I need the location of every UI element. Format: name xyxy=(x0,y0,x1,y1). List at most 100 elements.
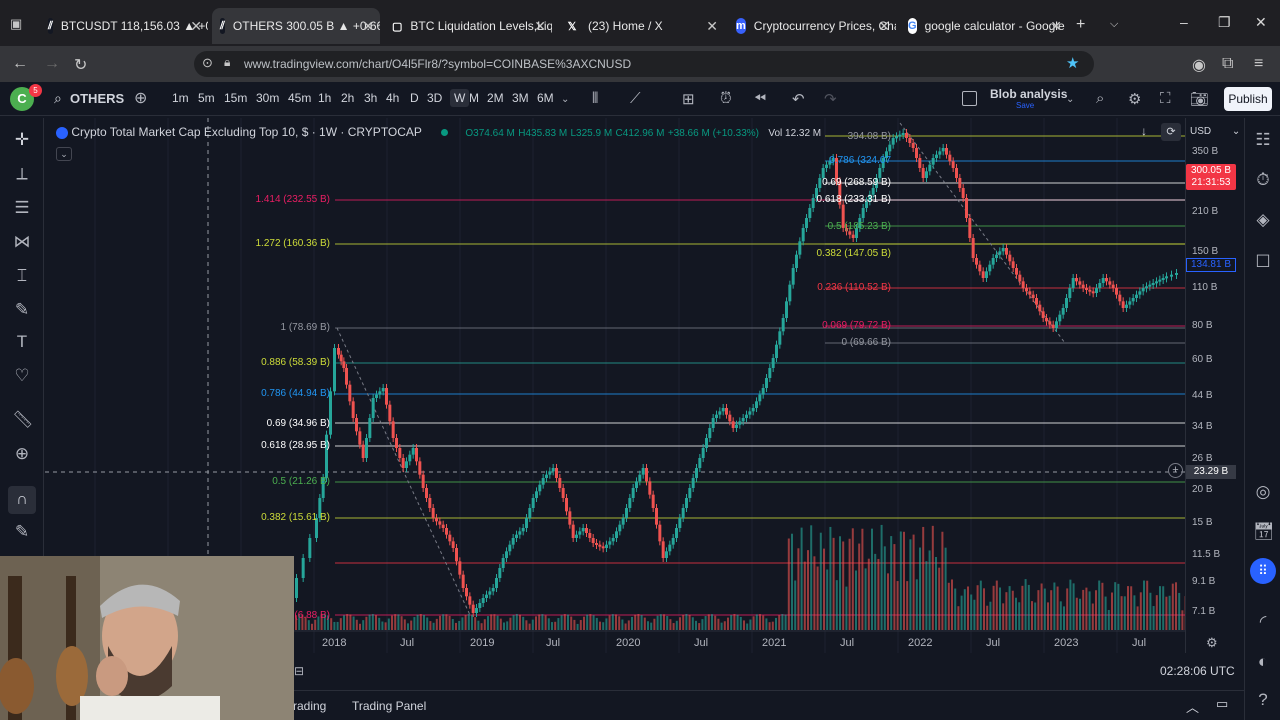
timeframe-m-button[interactable]: M xyxy=(469,91,479,105)
layout-chevron-icon[interactable]: ⌄ xyxy=(1066,94,1074,105)
close-icon[interactable]: ✕ xyxy=(190,18,202,35)
calendar-icon[interactable]: 📅︎ xyxy=(1253,522,1275,542)
timeframe-2h-button[interactable]: 2h xyxy=(341,91,354,105)
chevron-down-icon[interactable]: ⌵ xyxy=(1110,18,1118,31)
browser-tab[interactable]: ⫽ BTCUSDT 118,156.03 ▲ +0.2 ✕ xyxy=(40,8,208,44)
fib-retracement-icon[interactable]: ☰ xyxy=(12,198,32,218)
maximize-panel-icon[interactable]: ▭ xyxy=(1216,696,1228,712)
time-axis-settings-icon[interactable]: ⚙︎ xyxy=(1206,635,1218,651)
undo-icon[interactable]: ↶ xyxy=(792,90,805,108)
lock-drawings-icon[interactable]: ✎ xyxy=(12,522,32,542)
signal-icon[interactable]: ◜ xyxy=(1253,612,1273,632)
extensions-icon[interactable]: ⧉ xyxy=(1222,55,1233,73)
camera-icon[interactable]: 📷︎ xyxy=(1190,90,1209,108)
help-icon[interactable]: ? xyxy=(1253,690,1273,710)
menu-icon[interactable]: ≡ xyxy=(1254,55,1263,73)
text-icon[interactable]: T xyxy=(12,332,32,352)
utc-clock[interactable]: 02:28:06 UTC xyxy=(1160,664,1235,678)
price-axis[interactable]: USD ⌄ xyxy=(1185,118,1243,653)
timeframe-2m-button[interactable]: 2M xyxy=(487,91,504,105)
layout-name[interactable]: Blob analysis xyxy=(990,87,1067,101)
zoom-in-icon[interactable]: ⊕ xyxy=(12,444,32,464)
layout-checkbox[interactable] xyxy=(962,91,977,106)
close-window-icon[interactable]: ✕ xyxy=(1255,14,1267,31)
close-icon[interactable]: ✕ xyxy=(1050,18,1062,35)
candle xyxy=(1170,274,1173,277)
add-alert-plus-icon[interactable]: + xyxy=(1168,463,1183,478)
layout-grid-icon[interactable]: ⊞ xyxy=(682,90,695,108)
currency-select[interactable]: USD ⌄ xyxy=(1190,126,1240,137)
ideas-target-icon[interactable]: ◎ xyxy=(1253,482,1273,502)
download-icon[interactable]: ↓ xyxy=(1141,124,1147,138)
new-tab-icon[interactable]: + xyxy=(1076,16,1085,34)
publish-button[interactable]: Publish xyxy=(1224,87,1272,111)
timeframe-chevron-icon[interactable]: ⌄ xyxy=(561,94,569,105)
trend-line-icon[interactable]: ⟂ xyxy=(12,164,32,184)
alert-icon[interactable]: ⏰︎ xyxy=(720,90,732,107)
site-info-icon[interactable]: ⊙ xyxy=(202,55,213,71)
news-icon[interactable]: ◐ xyxy=(1253,652,1273,672)
symbol-search-button[interactable]: OTHERS xyxy=(70,91,124,106)
close-icon[interactable]: ✕ xyxy=(534,18,546,35)
legend-title[interactable]: Crypto Total Market Cap Excluding Top 10… xyxy=(71,125,421,139)
forecast-icon[interactable]: ⌶ xyxy=(12,266,32,286)
timeframe-6m-button[interactable]: 6M xyxy=(537,91,554,105)
close-icon[interactable]: ✕ xyxy=(362,18,374,35)
replay-icon[interactable]: ⏪︎ xyxy=(754,90,766,107)
timeframe-30m-button[interactable]: 30m xyxy=(256,91,279,105)
forward-icon[interactable]: → xyxy=(44,55,60,73)
products-grid-icon[interactable]: ⠿ xyxy=(1250,558,1276,584)
timeframe-3m-button[interactable]: 3M xyxy=(512,91,529,105)
timeframe-1m-button[interactable]: 1m xyxy=(172,91,189,105)
indicators-icon[interactable]: ⟋ xyxy=(630,90,641,107)
reload-icon[interactable]: ↻ xyxy=(74,55,87,75)
browser-tab[interactable]: 𝕏 (23) Home / X ✕ xyxy=(556,8,724,44)
fullscreen-icon[interactable]: ⛶ xyxy=(1160,90,1171,107)
auto-scale-icon[interactable]: ⟳ xyxy=(1161,123,1181,141)
brush-icon[interactable]: ✎ xyxy=(12,300,32,320)
timeframe-d-button[interactable]: D xyxy=(410,91,419,105)
object-tree-icon[interactable]: ◈ xyxy=(1253,210,1273,230)
back-icon[interactable]: ← xyxy=(12,55,28,73)
compare-add-icon[interactable]: ⊕ xyxy=(134,88,147,108)
crosshair-icon[interactable]: ✛ xyxy=(12,130,32,150)
restore-icon[interactable]: ❐ xyxy=(1218,14,1231,31)
quick-search-icon[interactable]: ⌕ xyxy=(1096,90,1104,107)
timeframe-w-button[interactable]: W xyxy=(450,89,470,107)
url-field[interactable]: ⊙ 🔒︎ www.tradingview.com/chart/O4l5Flr8/… xyxy=(194,51,1094,77)
timeframe-15m-button[interactable]: 15m xyxy=(224,91,247,105)
tab-search-icon[interactable]: ▣ xyxy=(10,16,22,32)
star-icon[interactable]: ★ xyxy=(1066,54,1079,72)
search-icon[interactable]: ⌕ xyxy=(54,90,62,107)
bottom-tab-trading-panel[interactable]: Trading Panel xyxy=(352,699,426,713)
settings-gear-icon[interactable]: ⚙︎ xyxy=(1128,90,1141,108)
timeframe-1h-button[interactable]: 1h xyxy=(318,91,331,105)
minimize-icon[interactable]: – xyxy=(1180,14,1188,30)
alerts-clock-icon[interactable]: ⏱︎ xyxy=(1253,170,1273,190)
timeframe-3h-button[interactable]: 3h xyxy=(364,91,377,105)
candles-icon[interactable]: ⫴ xyxy=(592,90,598,107)
browser-tab[interactable]: G google calculator - Google S ✕ xyxy=(900,8,1068,44)
pattern-icon[interactable]: ⋈ xyxy=(12,232,32,252)
timeframe-5m-button[interactable]: 5m xyxy=(198,91,215,105)
close-icon[interactable]: ✕ xyxy=(878,18,890,35)
legend-collapse-chevron-icon[interactable]: ⌄ xyxy=(56,147,72,161)
browser-tab[interactable]: ▢ BTC Liquidation Levels,Liqui ✕ xyxy=(384,8,552,44)
bottom-tab-trading[interactable]: rading xyxy=(293,699,326,713)
watchlist-icon[interactable]: ☷ xyxy=(1253,130,1273,150)
timeframe-4h-button[interactable]: 4h xyxy=(386,91,399,105)
redo-icon[interactable]: ↷ xyxy=(824,90,837,108)
go-to-date-icon[interactable]: ⊟ xyxy=(294,664,304,678)
timeframe-45m-button[interactable]: 45m xyxy=(288,91,311,105)
collapse-panel-chevron-icon[interactable]: ︿ xyxy=(1186,697,1199,716)
heart-icon[interactable]: ♡ xyxy=(12,366,32,386)
fib-level-label: 0.5 (185.23 B) xyxy=(827,221,891,232)
close-icon[interactable]: ✕ xyxy=(706,18,718,35)
magnet-icon[interactable]: ∩ xyxy=(8,486,36,514)
chat-icon[interactable]: ☐ xyxy=(1253,252,1273,272)
account-icon[interactable]: ◉ xyxy=(1192,55,1206,75)
browser-tab[interactable]: m Cryptocurrency Prices, Chart ✕ xyxy=(728,8,896,44)
browser-tab-active[interactable]: ⫽ OTHERS 300.05 B ▲ +0.66% ✕ xyxy=(212,8,380,44)
timeframe-3d-button[interactable]: 3D xyxy=(427,91,442,105)
ruler-icon[interactable]: 📏︎ xyxy=(12,410,34,430)
